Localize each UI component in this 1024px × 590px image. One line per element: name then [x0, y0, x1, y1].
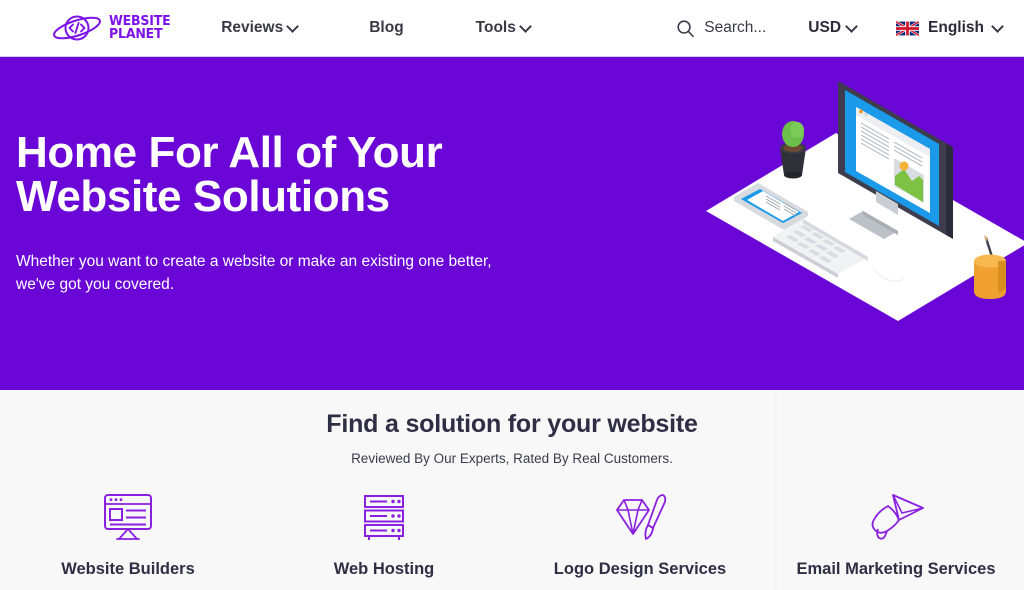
logo-wordmark: WEBSITE PLANET — [109, 15, 171, 41]
chevron-down-icon — [847, 22, 856, 31]
hero-title: Home For All of Your Website Solutions — [16, 131, 576, 219]
search-icon — [677, 19, 695, 37]
hero-title-line2: Website Solutions — [16, 172, 390, 221]
megaphone-paper-plane-icon — [866, 492, 926, 542]
uk-flag-icon — [896, 20, 920, 36]
language-selector[interactable]: English — [896, 19, 1002, 37]
solution-card-label: Website Builders — [61, 560, 195, 578]
diamond-paintbrush-icon — [611, 492, 669, 542]
currency-selector-label: USD — [808, 19, 842, 36]
chevron-down-icon — [521, 22, 530, 31]
solution-card-label: Web Hosting — [333, 560, 435, 578]
solutions-subtitle: Reviewed By Our Experts, Rated By Real C… — [351, 451, 673, 466]
hero-copy: Home For All of Your Website Solutions W… — [16, 131, 576, 297]
nav-item-tools-label: Tools — [475, 19, 516, 36]
planet-code-logo-icon — [53, 15, 101, 41]
primary-navigation: Reviews Blog Tools — [221, 19, 566, 37]
hero-banner: Home For All of Your Website Solutions W… — [0, 57, 1024, 390]
chevron-down-icon — [993, 22, 1002, 31]
nav-item-blog-label: Blog — [369, 19, 404, 36]
header-utilities: Search... USD English — [676, 19, 1002, 38]
nav-item-reviews[interactable]: Reviews — [221, 19, 333, 37]
solution-card-logo-design[interactable]: Logo Design Services — [512, 492, 768, 579]
logo-wordmark-line2: PLANET — [109, 26, 163, 42]
hero-title-line1: Home For All of Your — [16, 128, 443, 177]
solution-card-website-builders[interactable]: Website Builders — [0, 492, 256, 579]
hero-subtitle: Whether you want to create a website or … — [16, 253, 492, 294]
solutions-title: Find a solution for your website — [326, 410, 698, 438]
browser-window-monitor-icon — [101, 492, 155, 542]
currency-selector[interactable]: USD — [808, 19, 856, 37]
server-rack-icon — [357, 492, 411, 542]
site-header: WEBSITE PLANET Reviews Blog Tools Search… — [0, 0, 1024, 57]
language-selector-label: English — [928, 19, 984, 36]
solution-card-web-hosting[interactable]: Web Hosting — [256, 492, 512, 579]
solutions-card-list: Website Builders Web Hosting Logo Design… — [0, 492, 1024, 579]
solutions-section: Find a solution for your website Reviewe… — [0, 390, 1024, 590]
chevron-down-icon — [288, 22, 297, 31]
nav-item-reviews-label: Reviews — [221, 19, 284, 36]
solution-card-email-marketing[interactable]: Email Marketing Services — [768, 492, 1024, 579]
solution-card-label: Logo Design Services — [553, 560, 727, 578]
search-placeholder: Search... — [704, 19, 767, 36]
site-logo[interactable]: WEBSITE PLANET — [52, 13, 175, 43]
nav-item-blog[interactable]: Blog — [333, 19, 439, 37]
search-input[interactable]: Search... — [676, 19, 766, 38]
nav-item-tools[interactable]: Tools — [440, 19, 566, 37]
solution-card-label: Email Marketing Services — [796, 560, 996, 578]
isometric-desk-workspace-illustration — [706, 81, 1024, 321]
